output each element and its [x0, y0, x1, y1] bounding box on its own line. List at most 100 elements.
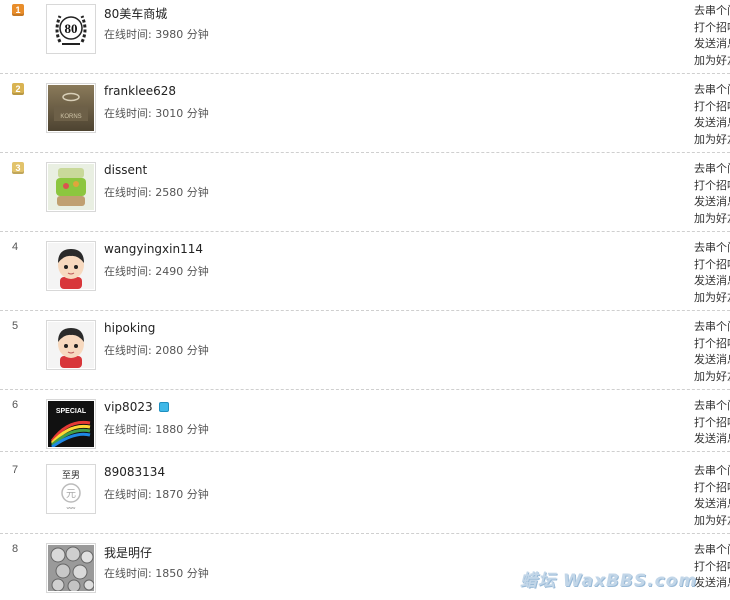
- online-minutes: 3980: [155, 28, 184, 41]
- online-time: 在线时间: 1850 分钟: [104, 565, 209, 581]
- member-avatar[interactable]: [46, 320, 96, 370]
- greet-link[interactable]: 打个招呼: [694, 20, 730, 37]
- greet-link[interactable]: 打个招呼: [694, 559, 730, 576]
- member-name[interactable]: franklee628: [104, 84, 176, 98]
- member-name-link[interactable]: 80美车商城: [104, 7, 167, 21]
- rank-number: 6: [12, 399, 19, 411]
- online-time: 在线时间: 2490 分钟: [104, 263, 209, 279]
- member-actions: 去串个门 打个招呼 发送消息 加为好友: [694, 319, 730, 385]
- online-label: 在线时间:: [104, 488, 152, 501]
- member-name-link[interactable]: vip8023: [104, 400, 153, 414]
- rank-badge-silver: 2: [12, 83, 24, 95]
- member-row-7: 7 至男 元 www 89083134 在线时间: 1870 分钟 去串个门 打…: [0, 460, 730, 534]
- message-link[interactable]: 发送消息: [694, 115, 730, 132]
- rank-badge-gold: 1: [12, 4, 24, 16]
- svg-text:SPECIAL: SPECIAL: [56, 408, 87, 415]
- message-link[interactable]: 发送消息: [694, 36, 730, 53]
- message-link[interactable]: 发送消息: [694, 575, 730, 592]
- cartoon-boy-avatar-icon: [48, 322, 94, 368]
- laurel-80-avatar-icon: 80: [48, 6, 94, 52]
- green-object-avatar-icon: [48, 164, 94, 210]
- visit-link[interactable]: 去串个门: [694, 463, 730, 480]
- member-name-link[interactable]: hipoking: [104, 321, 155, 335]
- message-link[interactable]: 发送消息: [694, 431, 730, 448]
- visit-link[interactable]: 去串个门: [694, 82, 730, 99]
- rank-badge-bronze: 3: [12, 162, 24, 174]
- rank-number: 8: [12, 543, 19, 555]
- online-minutes: 1880: [155, 423, 184, 436]
- svg-text:80: 80: [65, 21, 78, 36]
- online-minutes: 2080: [155, 344, 184, 357]
- member-name-link[interactable]: dissent: [104, 163, 147, 177]
- add-friend-link[interactable]: 加为好友: [694, 53, 730, 70]
- online-unit: 分钟: [186, 423, 209, 436]
- message-link[interactable]: 发送消息: [694, 496, 730, 513]
- member-name[interactable]: 我是明仔: [104, 544, 152, 561]
- member-row-6: 6 SPECIAL vip8023 在线时间: 1880 分钟 去串个门 打个招…: [0, 395, 730, 452]
- member-name[interactable]: hipoking: [104, 321, 155, 335]
- online-label: 在线时间:: [104, 344, 152, 357]
- visit-link[interactable]: 去串个门: [694, 542, 730, 559]
- online-time: 在线时间: 3010 分钟: [104, 105, 209, 121]
- member-actions: 去串个门 打个招呼 发送消息 加为好友: [694, 240, 730, 306]
- visit-link[interactable]: 去串个门: [694, 319, 730, 336]
- online-minutes: 3010: [155, 107, 184, 120]
- car-emblem-avatar-icon: KORNS: [48, 85, 94, 131]
- member-name[interactable]: wangyingxin114: [104, 242, 203, 256]
- member-avatar[interactable]: [46, 241, 96, 291]
- add-friend-link[interactable]: 加为好友: [694, 513, 730, 530]
- online-time: 在线时间: 1880 分钟: [104, 421, 209, 437]
- member-name[interactable]: 80美车商城: [104, 5, 167, 22]
- site-watermark: 蜡坛 WaxBBS.com: [520, 571, 698, 591]
- visit-link[interactable]: 去串个门: [694, 3, 730, 20]
- greet-link[interactable]: 打个招呼: [694, 336, 730, 353]
- member-name-link[interactable]: wangyingxin114: [104, 242, 203, 256]
- online-label: 在线时间:: [104, 186, 152, 199]
- member-row-1: 1 80 80美车商城 在线时间: 3980 分钟 去串个门 打个招呼 发送消息…: [0, 0, 730, 74]
- member-name-link[interactable]: 我是明仔: [104, 546, 152, 560]
- member-name[interactable]: vip8023: [104, 400, 169, 414]
- visit-link[interactable]: 去串个门: [694, 161, 730, 178]
- visit-link[interactable]: 去串个门: [694, 240, 730, 257]
- add-friend-link[interactable]: 加为好友: [694, 369, 730, 386]
- member-name-link[interactable]: franklee628: [104, 84, 176, 98]
- message-link[interactable]: 发送消息: [694, 273, 730, 290]
- svg-text:KORNS: KORNS: [60, 114, 81, 120]
- add-friend-link[interactable]: 加为好友: [694, 290, 730, 307]
- member-row-4: 4 wangyingxin114 在线时间: 2490 分钟 去串个门 打个招呼…: [0, 237, 730, 311]
- greet-link[interactable]: 打个招呼: [694, 415, 730, 432]
- member-name[interactable]: 89083134: [104, 465, 165, 479]
- cartoon-boy-avatar-icon: [48, 243, 94, 289]
- svg-text:至男: 至男: [62, 470, 80, 480]
- member-avatar[interactable]: [46, 162, 96, 212]
- member-name[interactable]: dissent: [104, 163, 147, 177]
- member-name-link[interactable]: 89083134: [104, 465, 165, 479]
- greet-link[interactable]: 打个招呼: [694, 99, 730, 116]
- add-friend-link[interactable]: 加为好友: [694, 211, 730, 228]
- message-link[interactable]: 发送消息: [694, 194, 730, 211]
- visit-link[interactable]: 去串个门: [694, 398, 730, 415]
- member-avatar[interactable]: SPECIAL: [46, 399, 96, 449]
- online-unit: 分钟: [186, 28, 209, 41]
- add-friend-link[interactable]: 加为好友: [694, 132, 730, 149]
- online-label: 在线时间:: [104, 107, 152, 120]
- svg-text:www: www: [67, 505, 76, 510]
- member-actions: 去串个门 打个招呼 发送消息 加为好友: [694, 3, 730, 69]
- member-actions: 去串个门 打个招呼 发送消息: [694, 542, 730, 592]
- online-time: 在线时间: 2080 分钟: [104, 342, 209, 358]
- member-avatar[interactable]: 80: [46, 4, 96, 54]
- message-link[interactable]: 发送消息: [694, 352, 730, 369]
- member-avatar[interactable]: 至男 元 www: [46, 464, 96, 514]
- online-minutes: 1850: [155, 567, 184, 580]
- member-avatar[interactable]: [46, 543, 96, 593]
- member-avatar[interactable]: KORNS: [46, 83, 96, 133]
- online-minutes: 1870: [155, 488, 184, 501]
- greet-link[interactable]: 打个招呼: [694, 257, 730, 274]
- online-label: 在线时间:: [104, 423, 152, 436]
- greet-link[interactable]: 打个招呼: [694, 178, 730, 195]
- online-unit: 分钟: [186, 186, 209, 199]
- online-unit: 分钟: [186, 567, 209, 580]
- online-time: 在线时间: 3980 分钟: [104, 26, 209, 42]
- greet-link[interactable]: 打个招呼: [694, 480, 730, 497]
- online-unit: 分钟: [186, 488, 209, 501]
